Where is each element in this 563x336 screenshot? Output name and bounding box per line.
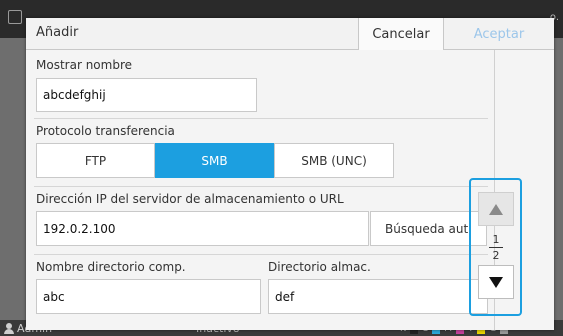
server-address-input[interactable]: 192.0.2.100 [36, 211, 369, 246]
page-indicator: 1 2 [478, 232, 514, 262]
scroll-up-button[interactable] [478, 192, 514, 226]
protocol-label: Protocolo transferencia [36, 124, 175, 138]
arrow-up-icon [489, 203, 503, 215]
protocol-option-smb[interactable]: SMB [155, 143, 274, 178]
divider [34, 254, 488, 255]
protocol-option-smb-unc[interactable]: SMB (UNC) [274, 143, 394, 178]
page-current: 1 [492, 232, 500, 246]
page-fraction-line [489, 246, 503, 248]
computer-dir-label: Nombre directorio comp. [36, 260, 186, 274]
cancel-button[interactable]: Cancelar [358, 18, 444, 50]
storage-dir-label: Directorio almac. [268, 260, 371, 274]
arrow-down-icon [489, 276, 503, 288]
divider [34, 118, 488, 119]
scroll-down-button[interactable] [478, 265, 514, 299]
app-icon [8, 10, 22, 24]
divider [34, 186, 488, 187]
page-total: 2 [492, 248, 500, 262]
storage-dir-input[interactable]: def [268, 279, 488, 314]
display-name-label: Mostrar nombre [36, 58, 132, 72]
display-name-input[interactable]: abcdefghij [36, 78, 257, 112]
dialog-title: Añadir [36, 25, 79, 40]
computer-dir-input[interactable]: abc [36, 279, 261, 314]
protocol-option-ftp[interactable]: FTP [36, 143, 155, 178]
server-address-label: Dirección IP del servidor de almacenamie… [36, 192, 344, 206]
dialog-titlebar: Añadir Cancelar Aceptar [26, 18, 554, 50]
user-icon [4, 323, 14, 334]
accept-button[interactable]: Aceptar [444, 18, 554, 50]
